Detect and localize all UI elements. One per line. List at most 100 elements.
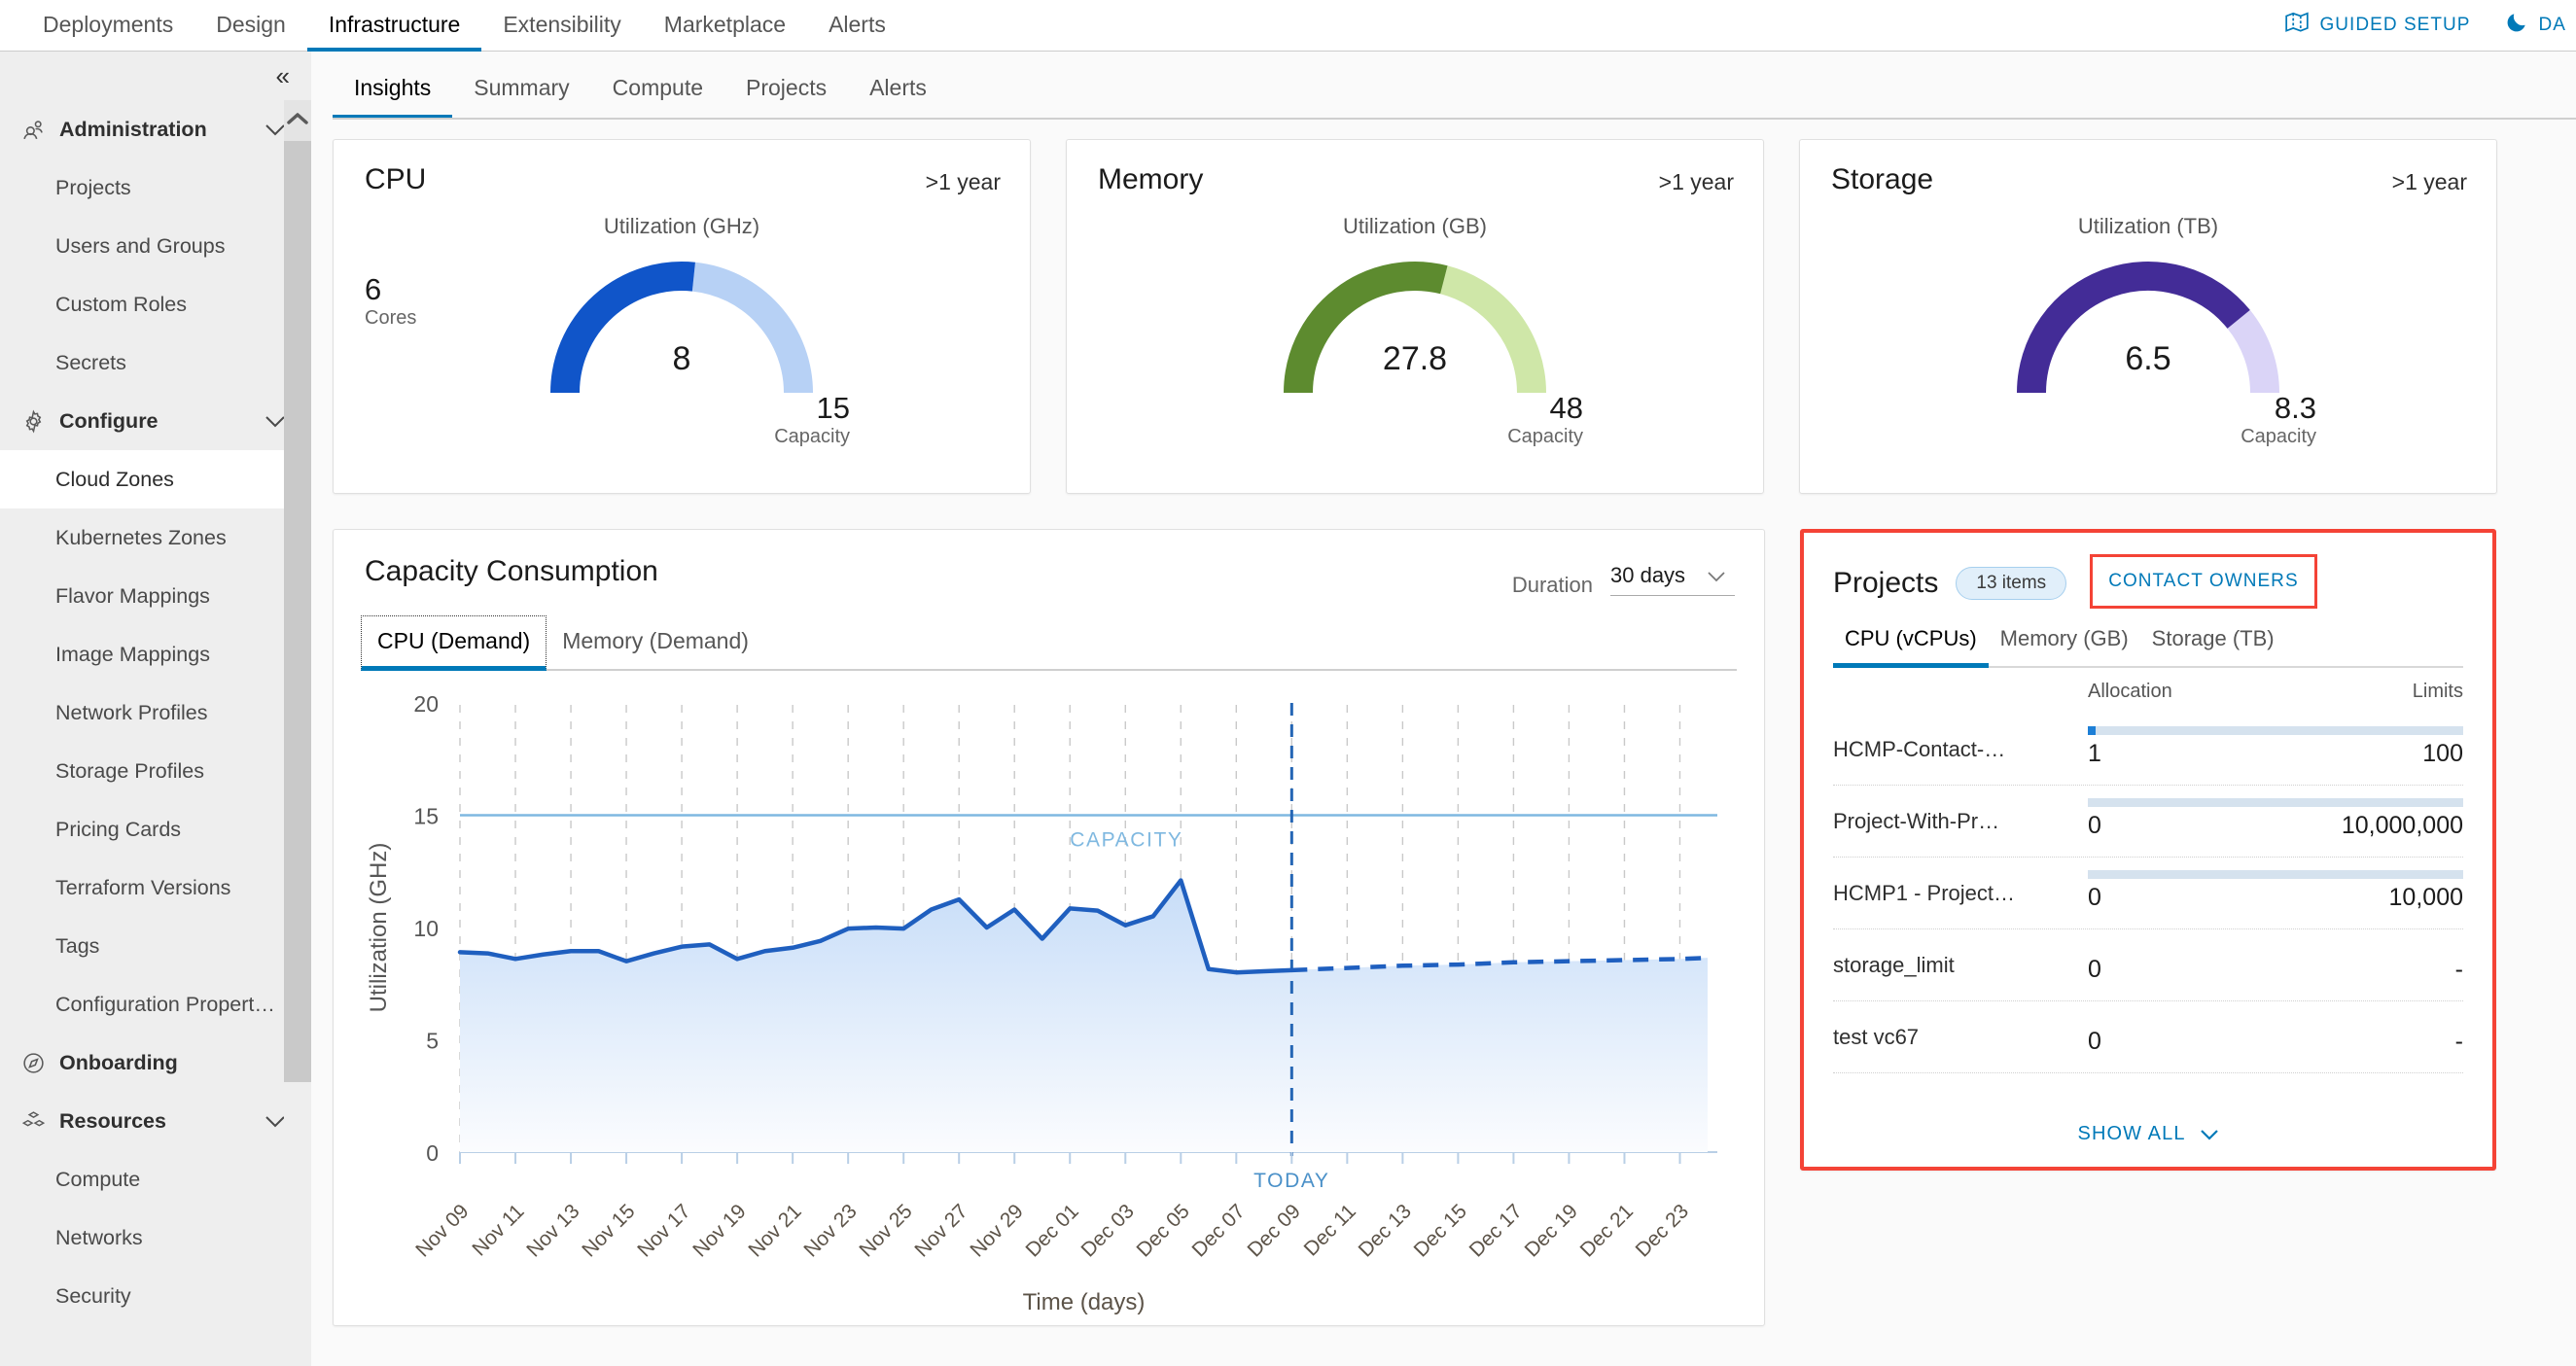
svg-text:Utilization (GHz): Utilization (GHz)	[366, 843, 392, 1013]
svg-text:Dec 09: Dec 09	[1244, 1200, 1305, 1261]
tab-alerts[interactable]: Alerts	[848, 75, 948, 120]
capacity-tab-cpu-demand[interactable]: CPU (Demand)	[361, 615, 547, 671]
allocation-value: 0	[2088, 955, 2101, 983]
capacity-value: 48	[1549, 391, 1583, 425]
project-meter: 0-	[2088, 940, 2463, 991]
contact-owners-button[interactable]: CONTACT OWNERS	[2090, 554, 2317, 609]
sidebar-item-projects[interactable]: Projects	[0, 158, 311, 217]
sidebar-scrollbar[interactable]	[284, 100, 311, 1366]
users-icon	[21, 118, 46, 142]
scroll-up-button[interactable]	[284, 100, 311, 141]
projects-count-badge: 13 items	[1956, 567, 2067, 600]
allocation-value: 0	[2088, 811, 2101, 839]
project-row[interactable]: HCMP1 - Project… 0 10,000	[1833, 858, 2463, 929]
chevron-double-left-icon: «	[275, 60, 290, 90]
map-icon	[2284, 10, 2310, 41]
sidebar-item-storage-profiles[interactable]: Storage Profiles	[0, 742, 311, 800]
project-row[interactable]: test vc67 0-	[1833, 1001, 2463, 1073]
project-name: HCMP1 - Project…	[1833, 880, 2016, 905]
sidebar-item-network-profiles[interactable]: Network Profiles	[0, 683, 311, 742]
top-nav-tab-infrastructure[interactable]: Infrastructure	[306, 1, 482, 52]
capacity-label: Capacity	[774, 426, 850, 447]
scrollbar-track[interactable]	[284, 141, 311, 1366]
svg-text:Nov 13: Nov 13	[522, 1200, 583, 1261]
sidebar-item-image-mappings[interactable]: Image Mappings	[0, 625, 311, 683]
projects-tab-cpu-vcpus[interactable]: CPU (vCPUs)	[1833, 616, 1989, 668]
sidebar-item-label: Kubernetes Zones	[55, 525, 227, 549]
project-row[interactable]: Project-With-Pr… 0 10,000,000	[1833, 786, 2463, 858]
capacity-consumption-chart-svg: 05101520CAPACITYTODAYNov 09Nov 11Nov 13N…	[366, 691, 1717, 1315]
svg-text:Nov 29: Nov 29	[966, 1200, 1027, 1261]
project-name: HCMP-Contact-…	[1833, 736, 2006, 761]
tab-compute[interactable]: Compute	[591, 75, 724, 120]
sidebar-item-security[interactable]: Security	[0, 1267, 311, 1325]
svg-text:Nov 15: Nov 15	[578, 1200, 639, 1261]
scrollbar-thumb[interactable]	[284, 141, 311, 1082]
tab-projects[interactable]: Projects	[724, 75, 848, 120]
svg-text:Dec 21: Dec 21	[1576, 1200, 1638, 1261]
chevron-down-icon	[1707, 565, 1726, 586]
gauge-wrapper: Utilization (TB) 6.5 8.3 Capacity	[1800, 214, 2496, 447]
allocation-value: 1	[2088, 739, 2101, 767]
top-nav-tab-design[interactable]: Design	[194, 1, 307, 52]
top-nav-tab-deployments[interactable]: Deployments	[21, 1, 194, 52]
sidebar-group-administration[interactable]: Administration	[0, 100, 311, 158]
sidebar-item-terraform-versions[interactable]: Terraform Versions	[0, 858, 311, 917]
tab-summary[interactable]: Summary	[452, 75, 590, 120]
sidebar-item-pricing-cards[interactable]: Pricing Cards	[0, 800, 311, 858]
top-nav-tab-marketplace[interactable]: Marketplace	[643, 1, 807, 52]
sidebar-group-onboarding[interactable]: Onboarding	[0, 1033, 311, 1092]
project-row[interactable]: HCMP-Contact-… 1 100	[1833, 714, 2463, 786]
chevron-down-icon	[265, 409, 286, 434]
svg-text:Nov 11: Nov 11	[468, 1200, 528, 1260]
moon-icon	[2504, 10, 2529, 41]
svg-text:Nov 09: Nov 09	[411, 1200, 473, 1261]
left-sidebar: « Administration Projects Users and Groups…	[0, 52, 311, 1366]
projects-tab-memory-gb[interactable]: Memory (GB)	[1989, 616, 2140, 668]
sidebar-collapse-button[interactable]: «	[0, 52, 311, 100]
projects-rows: HCMP-Contact-… 1 100 Project-With-Pr… 0 10,00…	[1833, 714, 2463, 1073]
allocation-bar	[2088, 725, 2463, 735]
show-all-button[interactable]: SHOW ALL	[1804, 1123, 2492, 1145]
sidebar-group-label: Onboarding	[59, 1050, 178, 1074]
main-content: Insights Summary Compute Projects Alerts CPU…	[311, 52, 2576, 1366]
svg-text:Nov 27: Nov 27	[910, 1200, 971, 1261]
project-meter: 0 10,000	[2088, 868, 2463, 919]
svg-text:10: 10	[413, 916, 439, 941]
top-nav-tab-extensibility[interactable]: Extensibility	[481, 1, 642, 52]
projects-header: Projects 13 items CONTACT OWNERS	[1833, 554, 2317, 611]
sidebar-item-tags[interactable]: Tags	[0, 917, 311, 975]
gauge-title: CPU	[365, 163, 427, 195]
svg-text:Nov 23: Nov 23	[799, 1200, 861, 1261]
project-name: storage_limit	[1833, 952, 1955, 977]
sidebar-item-users-and-groups[interactable]: Users and Groups	[0, 217, 311, 275]
svg-text:Dec 15: Dec 15	[1410, 1200, 1471, 1261]
projects-column-headers: Allocation Limits	[1833, 681, 2463, 703]
top-nav-tab-alerts[interactable]: Alerts	[807, 1, 907, 52]
guided-setup-button[interactable]: GUIDED SETUP	[2284, 10, 2470, 41]
chevron-down-icon	[265, 118, 286, 142]
sidebar-item-compute[interactable]: Compute	[0, 1150, 311, 1208]
project-row[interactable]: storage_limit 0-	[1833, 929, 2463, 1001]
theme-toggle-button[interactable]: DA	[2504, 10, 2566, 41]
sidebar-item-flavor-mappings[interactable]: Flavor Mappings	[0, 567, 311, 625]
sidebar-item-networks[interactable]: Networks	[0, 1208, 311, 1267]
sidebar-item-configuration-propert[interactable]: Configuration Propert…	[0, 975, 311, 1033]
sidebar-item-label: Projects	[55, 175, 131, 199]
sidebar-group-configure[interactable]: Configure	[0, 392, 311, 450]
top-nav-actions: GUIDED SETUP DA	[2284, 0, 2576, 51]
sidebar-item-custom-roles[interactable]: Custom Roles	[0, 275, 311, 333]
duration-label: Duration	[1511, 573, 1593, 597]
project-name: test vc67	[1833, 1024, 1920, 1049]
svg-text:TODAY: TODAY	[1253, 1170, 1329, 1192]
tab-insights[interactable]: Insights	[333, 75, 453, 120]
allocation-value: 0	[2088, 1027, 2101, 1055]
sidebar-item-cloud-zones[interactable]: Cloud Zones	[0, 450, 311, 508]
sidebar-item-secrets[interactable]: Secrets	[0, 333, 311, 392]
gauge-period: >1 year	[925, 169, 1001, 194]
duration-select[interactable]: 30 days	[1610, 565, 1735, 596]
projects-tab-storage-tb[interactable]: Storage (TB)	[2140, 616, 2286, 668]
sidebar-group-resources[interactable]: Resources	[0, 1092, 311, 1150]
sidebar-item-kubernetes-zones[interactable]: Kubernetes Zones	[0, 508, 311, 567]
capacity-tab-memory-demand[interactable]: Memory (Demand)	[547, 616, 764, 671]
